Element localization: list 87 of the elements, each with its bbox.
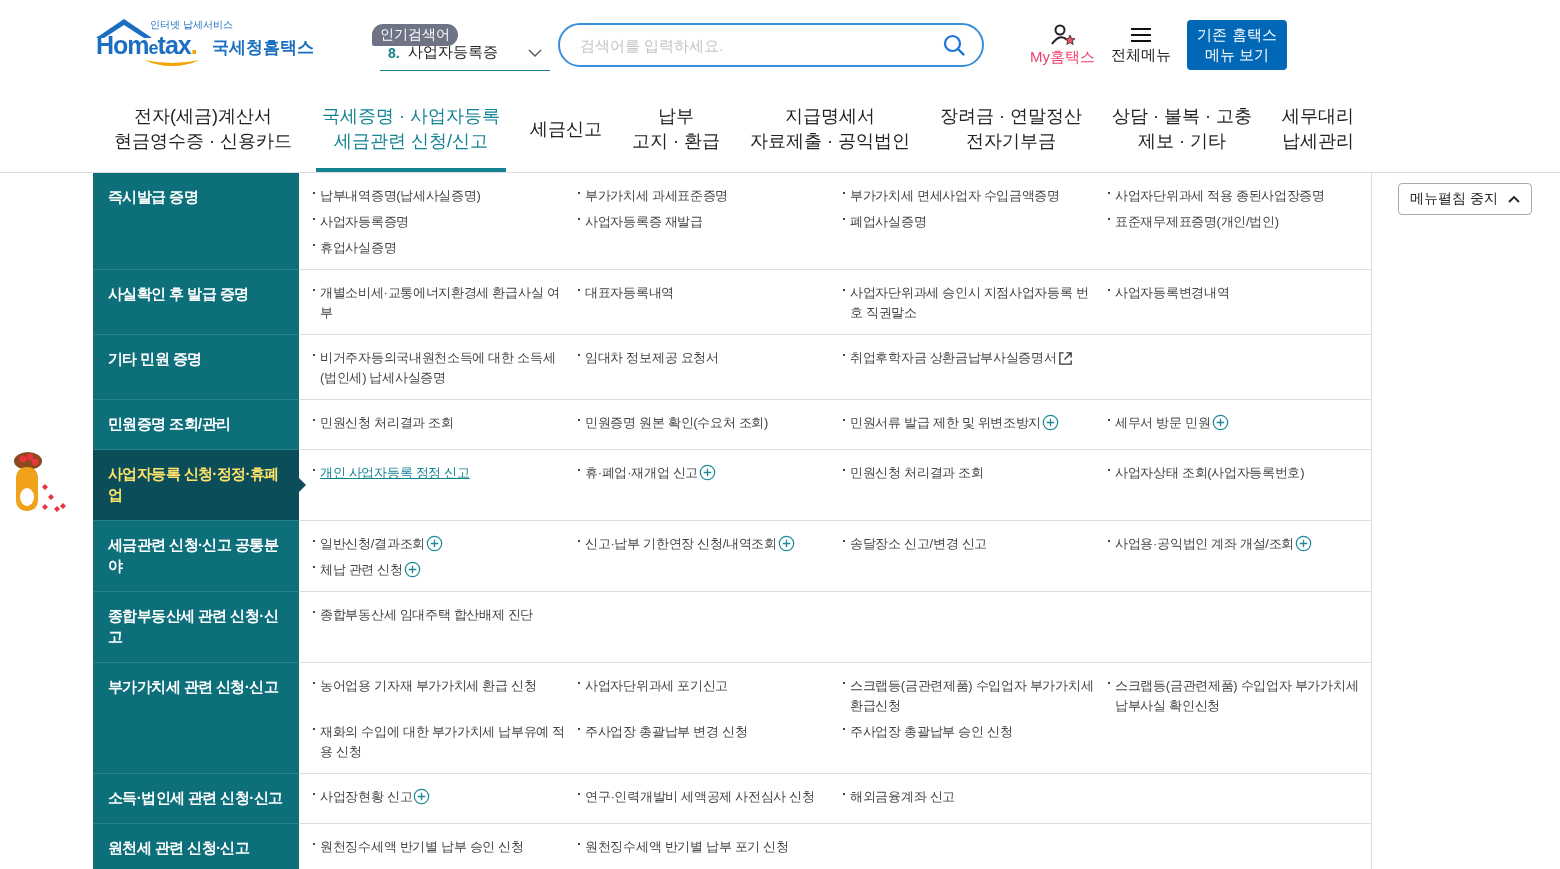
category-header[interactable]: 부가가치세 관련 신청·신고	[93, 663, 299, 774]
hometax-logo[interactable]: 인터넷 납세서비스 Hometax. 국세청홈택스	[94, 16, 364, 68]
plus-circle-icon[interactable]	[777, 535, 795, 552]
menu-link[interactable]: 개인 사업자등록 정정 신고	[320, 463, 470, 483]
menu-link[interactable]: 폐업사실증명	[850, 212, 927, 232]
menu-link[interactable]: 휴·폐업·재개업 신고	[585, 463, 698, 483]
menu-link[interactable]: 주사업장 총괄납부 승인 신청	[850, 722, 1013, 742]
menu-link[interactable]: 사업장현황 신고	[320, 787, 413, 807]
category-header[interactable]: 사업자등록 신청·정정·휴폐업	[93, 450, 299, 521]
menu-link[interactable]: 민원증명 원본 확인(수요처 조회)	[585, 413, 769, 433]
menu-link[interactable]: 스크랩등(금관련제품) 수입업자 부가가치세 환급신청	[850, 676, 1096, 716]
plus-circle-icon[interactable]	[1042, 414, 1060, 431]
nav-tab[interactable]: 세금신고	[524, 90, 608, 172]
menu-link[interactable]: 사업자등록증명	[320, 212, 409, 232]
plus-circle-icon[interactable]	[403, 561, 421, 578]
menu-link[interactable]: 농어업용 기자재 부가가치세 환급 신청	[320, 676, 537, 696]
all-menu-button[interactable]: 전체메뉴	[1111, 25, 1171, 65]
logo-tagline: 인터넷 납세서비스	[150, 18, 233, 32]
smile-swoosh-icon	[142, 58, 202, 68]
menu-link[interactable]: 임대차 정보제공 요청서	[585, 348, 719, 368]
menu-link[interactable]: 사업자단위과세 포기신고	[585, 676, 728, 696]
menu-link[interactable]: 표준재무제표증명(개인/법인)	[1115, 212, 1279, 232]
pointer-arrow-icon	[299, 478, 306, 492]
menu-link[interactable]: 종합부동산세 임대주택 합산배제 진단	[320, 605, 534, 625]
menu-link[interactable]: 송달장소 신고/변경 신고	[850, 534, 987, 554]
menu-link[interactable]: 신고·납부 기한연장 신청/내역조회	[585, 534, 777, 554]
menu-link[interactable]: 사업자단위과세 적용 종된사업장증명	[1115, 186, 1325, 206]
nav-tab[interactable]: 국세증명 · 사업자등록 세금관련 신청/신고	[316, 90, 506, 172]
category-header[interactable]: 기타 민원 증명	[93, 335, 299, 400]
menu-icon[interactable]	[1130, 25, 1152, 44]
menu-link[interactable]: 재화의 수입에 대한 부가가치세 납부유예 적용 신청	[320, 722, 566, 762]
logo-name: 국세청홈택스	[212, 37, 314, 59]
category-header[interactable]: 사실확인 후 발급 증명	[93, 270, 299, 335]
logo-wordmark: Hometax.	[96, 31, 197, 60]
menu-link[interactable]: 취업후학자금 상환금납부사실증명서	[850, 348, 1057, 368]
my-hometax-link[interactable]: My홈택스	[1030, 23, 1095, 67]
plus-circle-icon[interactable]	[425, 535, 443, 552]
nav-tab[interactable]: 상담 · 불복 · 고충 제보 · 기타	[1106, 90, 1258, 172]
menu-link[interactable]: 부가가치세 과세표준증명	[585, 186, 728, 206]
menu-link[interactable]: 주사업장 총괄납부 변경 신청	[585, 722, 748, 742]
menu-link[interactable]: 사업자등록증 재발급	[585, 212, 703, 232]
menu-link[interactable]: 원천징수세액 반기별 납부 승인 신청	[320, 837, 524, 857]
menu-link[interactable]: 납부내역증명(납세사실증명)	[320, 186, 481, 206]
menu-link[interactable]: 일반신청/결과조회	[320, 534, 425, 554]
menu-link[interactable]: 민원신청 처리결과 조회	[850, 463, 984, 483]
popular-search-badge: 인기검색어	[372, 24, 458, 46]
user-star-icon[interactable]	[1048, 23, 1077, 46]
menu-link[interactable]: 해외금융계좌 신고	[850, 787, 955, 807]
menu-link[interactable]: 사업용·공익법인 계좌 개설/조회	[1115, 534, 1295, 554]
legacy-menu-button[interactable]: 기존 홈택스 메뉴 보기	[1187, 20, 1287, 70]
category-header[interactable]: 원천세 관련 신청·신고	[93, 824, 299, 869]
menu-link[interactable]: 휴업사실증명	[320, 238, 397, 258]
menu-link[interactable]: 연구·인력개발비 세액공제 사전심사 신청	[585, 787, 815, 807]
category-header[interactable]: 즉시발급 증명	[93, 173, 299, 270]
menu-link[interactable]: 개별소비세·교통에너지환경세 환급사실 여부	[320, 283, 566, 323]
category-header[interactable]: 민원증명 조회/관리	[93, 400, 299, 450]
menu-link[interactable]: 부가가치세 면세사업자 수입금액증명	[850, 186, 1060, 206]
nav-tab[interactable]: 납부 고지 · 환급	[626, 90, 726, 172]
search-input[interactable]: 검색어를 입력하세요.	[578, 35, 942, 55]
category-header[interactable]: 소득·법인세 관련 신청·신고	[93, 774, 299, 824]
caret-up-icon[interactable]	[1507, 195, 1520, 203]
nav-tab[interactable]: 장려금 · 연말정산 전자기부금	[934, 90, 1088, 172]
plus-circle-icon[interactable]	[1295, 535, 1313, 552]
menu-link[interactable]: 민원서류 발급 제한 및 위변조방지	[850, 413, 1042, 433]
menu-link[interactable]: 원천징수세액 반기별 납부 포기 신청	[585, 837, 789, 857]
menu-link[interactable]: 사업자단위과세 승인시 지점사업자등록 번호 직권말소	[850, 283, 1096, 323]
category-header[interactable]: 종합부동산세 관련 신청·신고	[93, 592, 299, 663]
category-header[interactable]: 세금관련 신청·신고 공통분야	[93, 521, 299, 592]
search-icon[interactable]	[942, 33, 966, 57]
menu-link[interactable]: 사업자상태 조회(사업자등록번호)	[1115, 463, 1305, 483]
nav-tab[interactable]: 전자(세금)계산서 현금영수증 · 신용카드	[108, 90, 298, 172]
search-field[interactable]: 검색어를 입력하세요.	[558, 23, 984, 67]
collapse-menu-button[interactable]: 메뉴펼침 중지	[1398, 183, 1532, 215]
menu-link[interactable]: 사업자등록변경내역	[1115, 283, 1230, 303]
nav-tab[interactable]: 세무대리 납세관리	[1276, 90, 1360, 172]
external-link-icon[interactable]	[1057, 351, 1073, 366]
plus-circle-icon[interactable]	[1211, 414, 1229, 431]
menu-link[interactable]: 스크랩등(금관련제품) 수입업자 부가가치세 납부사실 확인신청	[1115, 676, 1361, 716]
menu-link[interactable]: 세무서 방문 민원	[1115, 413, 1211, 433]
plus-circle-icon[interactable]	[413, 788, 431, 805]
plus-circle-icon[interactable]	[699, 464, 716, 481]
menu-link[interactable]: 비거주자등의국내원천소득에 대한 소득세(법인세) 납세사실증명	[320, 348, 566, 388]
menu-link[interactable]: 체납 관련 신청	[320, 560, 403, 580]
chevron-down-icon[interactable]	[528, 48, 542, 57]
menu-link[interactable]: 민원신청 처리결과 조회	[320, 413, 454, 433]
menu-link[interactable]: 대표자등록내역	[585, 283, 674, 303]
nav-tab[interactable]: 지급명세서 자료제출 · 공익법인	[744, 90, 916, 172]
